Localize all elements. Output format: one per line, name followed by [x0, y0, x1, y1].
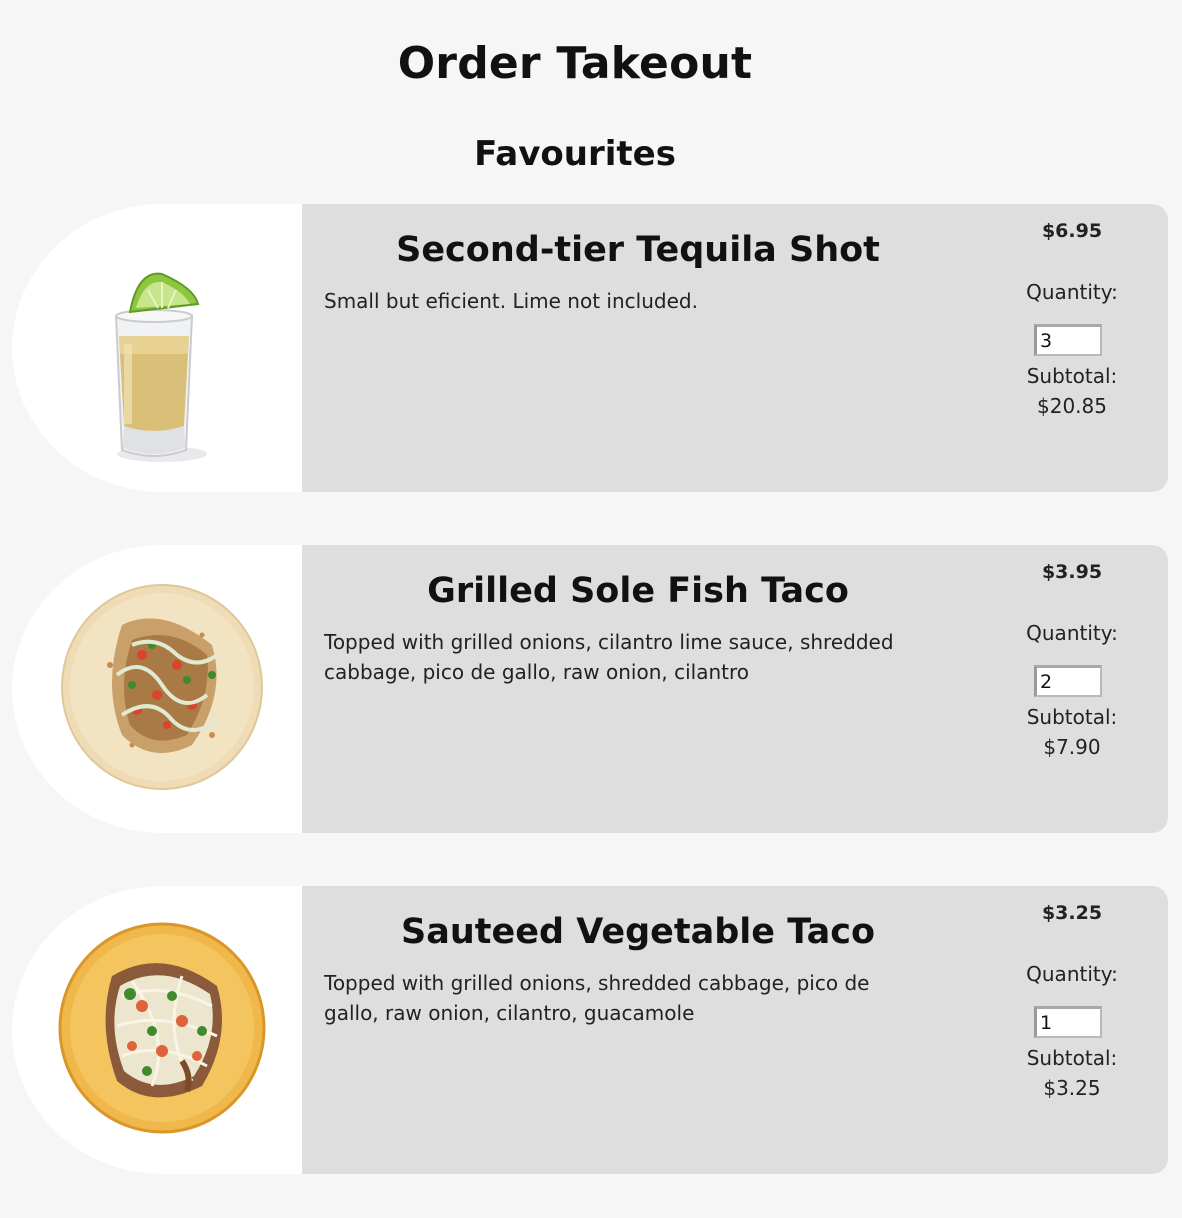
- subtotal-value: $20.85: [1037, 394, 1107, 418]
- subtotal-label: Subtotal:: [1026, 705, 1118, 729]
- tequila-shot-image: [114, 272, 207, 462]
- quantity-label: Quantity:: [1026, 962, 1118, 986]
- item-name: Grilled Sole Fish Taco: [427, 571, 849, 611]
- item-description: Topped with grilled onions, cilantro lim…: [324, 630, 894, 684]
- vegetable-taco-image: [58, 922, 266, 1134]
- order-page: Order Takeout Favourites Second-tier Teq…: [0, 0, 1182, 1218]
- quantity-label: Quantity:: [1026, 280, 1118, 304]
- item-info-panel: Grilled Sole Fish Taco Topped with grill…: [302, 545, 1168, 833]
- fish-taco-image: [61, 584, 263, 790]
- item-description: Small but eficient. Lime not included.: [324, 289, 698, 313]
- section-title: Favourites: [474, 134, 676, 174]
- item-order-controls: $3.95 Quantity: Subtotal: $7.90: [992, 545, 1152, 833]
- item-info-panel: Second-tier Tequila Shot Small but efici…: [302, 204, 1168, 492]
- item-price: $6.95: [1041, 220, 1103, 242]
- item-price: $3.25: [1041, 902, 1103, 924]
- item-image-panel: [12, 204, 302, 492]
- quantity-input[interactable]: [1034, 665, 1102, 697]
- quantity-input[interactable]: [1034, 324, 1102, 356]
- item-image-panel: [12, 886, 302, 1174]
- item-name: Second-tier Tequila Shot: [396, 230, 880, 270]
- item-info-panel: Sauteed Vegetable Taco Topped with grill…: [302, 886, 1168, 1174]
- subtotal-label: Subtotal:: [1026, 364, 1118, 388]
- menu-item-card: Sauteed Vegetable Taco Topped with grill…: [12, 886, 1168, 1174]
- item-image-panel: [12, 545, 302, 833]
- subtotal-value: $3.25: [1043, 1076, 1101, 1100]
- item-price: $3.95: [1041, 561, 1103, 583]
- menu-item-card: Second-tier Tequila Shot Small but efici…: [12, 204, 1168, 492]
- item-description: Topped with grilled onions, shredded cab…: [324, 971, 870, 1025]
- item-order-controls: $3.25 Quantity: Subtotal: $3.25: [992, 886, 1152, 1174]
- quantity-label: Quantity:: [1026, 621, 1118, 645]
- quantity-input[interactable]: [1034, 1006, 1102, 1038]
- menu-item-card: Grilled Sole Fish Taco Topped with grill…: [12, 545, 1168, 833]
- subtotal-label: Subtotal:: [1026, 1046, 1118, 1070]
- item-name: Sauteed Vegetable Taco: [401, 912, 875, 952]
- subtotal-value: $7.90: [1043, 735, 1101, 759]
- page-title: Order Takeout: [397, 38, 753, 89]
- item-order-controls: $6.95 Quantity: Subtotal: $20.85: [992, 204, 1152, 492]
